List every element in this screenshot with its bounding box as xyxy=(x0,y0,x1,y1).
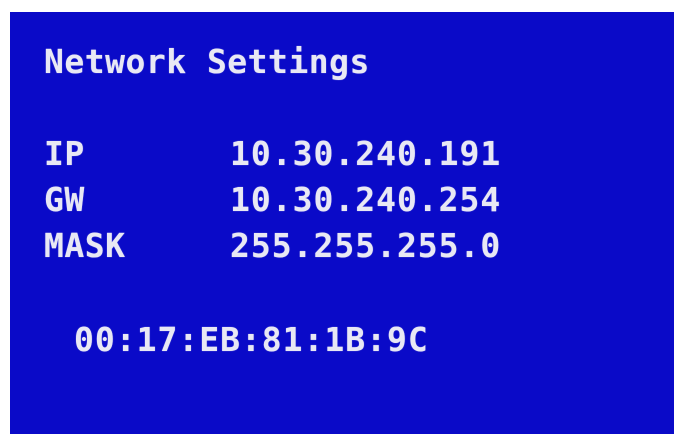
gateway-value: 10.30.240.254 xyxy=(230,180,502,219)
network-settings-screen: Network Settings IP 10.30.240.191 GW 10.30… xyxy=(10,12,674,434)
mac-address: 00:17:EB:81:1B:9C xyxy=(74,320,429,359)
ip-value: 10.30.240.191 xyxy=(230,134,502,173)
subnet-mask-label: MASK xyxy=(44,226,126,265)
gateway-row: GW 10.30.240.254 xyxy=(44,178,501,222)
ip-row: IP 10.30.240.191 xyxy=(44,132,501,176)
subnet-mask-row: MASK 255.255.255.0 xyxy=(44,224,501,268)
ip-label: IP xyxy=(44,134,85,173)
subnet-mask-value: 255.255.255.0 xyxy=(230,226,502,265)
screen-title: Network Settings xyxy=(44,42,370,81)
gateway-label: GW xyxy=(44,180,85,219)
